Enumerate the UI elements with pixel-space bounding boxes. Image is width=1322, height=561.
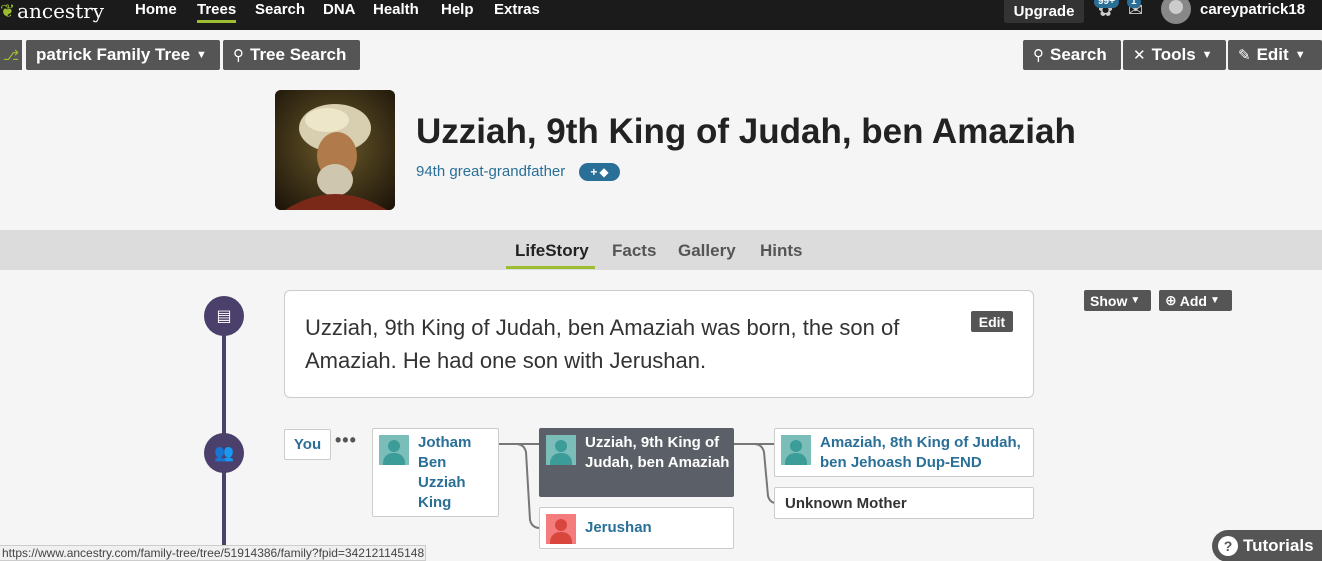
- mother-name: Unknown Mother: [785, 495, 907, 512]
- male-avatar-icon: [781, 435, 811, 465]
- spouse-name: Jerushan: [585, 519, 652, 536]
- father-name: Amaziah, 8th King of Judah, ben Jehoash …: [820, 434, 1021, 471]
- mother-card[interactable]: Unknown Mother: [774, 487, 1034, 519]
- male-avatar-icon: [546, 435, 576, 465]
- browser-status-url: https://www.ancestry.com/family-tree/tre…: [0, 545, 426, 561]
- you-button[interactable]: You: [284, 429, 331, 460]
- tutorials-button[interactable]: ? Tutorials: [1212, 530, 1322, 561]
- female-avatar-icon: [546, 514, 576, 544]
- child-name: Jotham Ben Uzziah King: [418, 434, 472, 511]
- tutorials-label: Tutorials: [1243, 536, 1314, 555]
- spouse-card[interactable]: Jerushan: [539, 507, 734, 549]
- father-card[interactable]: Amaziah, 8th King of Judah, ben Jehoash …: [774, 428, 1034, 477]
- child-card[interactable]: Jotham Ben Uzziah King: [372, 428, 499, 517]
- question-icon: ?: [1218, 536, 1238, 556]
- ellipsis-icon: •••: [335, 430, 357, 450]
- focus-person-name: Uzziah, 9th King of Judah, ben Amaziah: [585, 434, 730, 471]
- focus-person-card[interactable]: Uzziah, 9th King of Judah, ben Amaziah: [539, 428, 734, 497]
- male-avatar-icon: [379, 435, 409, 465]
